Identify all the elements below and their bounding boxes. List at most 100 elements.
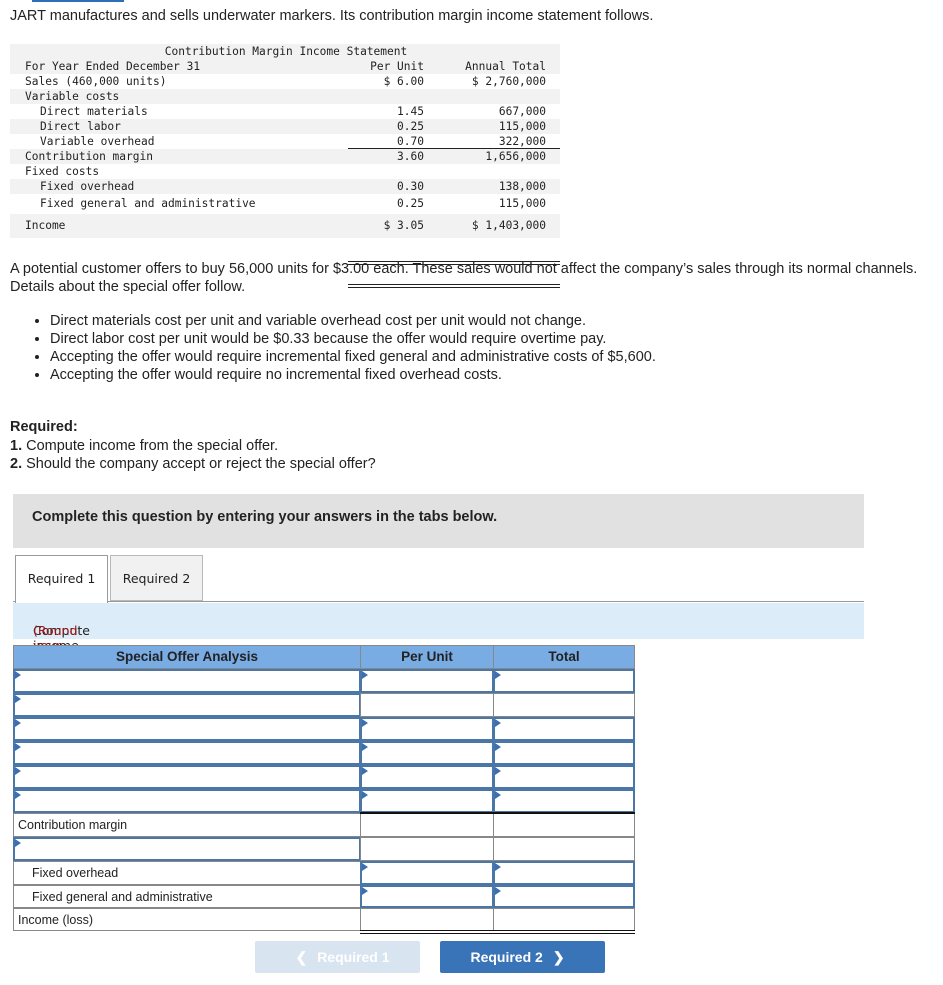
header-special-offer-analysis: Special Offer Analysis xyxy=(13,645,361,669)
statement-row: Fixed overhead 0.30 138,000 xyxy=(10,179,560,194)
input-marker-icon xyxy=(15,743,21,751)
input-marker-icon xyxy=(362,887,368,895)
statement-header-row: For Year Ended December 31 Per Unit Annu… xyxy=(10,59,560,74)
statement-row: Variable overhead 0.70 322,000 xyxy=(40,135,546,148)
statement-row: Direct labor 0.25 115,000 xyxy=(10,119,560,134)
label-input[interactable] xyxy=(13,717,361,741)
instruction-bar: Compute income from the special offer. (… xyxy=(13,603,864,743)
statement-row: Direct materials 1.45 667,000 xyxy=(40,105,546,118)
total-cell xyxy=(493,813,635,837)
label-input[interactable] xyxy=(13,693,361,717)
intro-text: JART manufactures and sells underwater m… xyxy=(10,8,654,24)
tab-required-2[interactable]: Required 2 xyxy=(110,555,203,601)
input-marker-icon xyxy=(15,767,21,775)
statement-row: Contribution margin 3.60 1,656,000 xyxy=(10,149,560,164)
label-text: Fixed general and administrative xyxy=(32,890,213,904)
complete-banner-text: Complete this question by entering your … xyxy=(32,509,498,525)
required-num: 2. xyxy=(10,456,23,472)
input-marker-icon xyxy=(362,791,368,799)
list-item: Accepting the offer would require increm… xyxy=(50,348,656,366)
total-input[interactable] xyxy=(493,789,635,813)
required-text: Should the company accept or reject the … xyxy=(22,456,376,472)
per-unit-input[interactable] xyxy=(360,741,494,765)
label-text: Income (loss) xyxy=(18,913,94,927)
statement-title: Contribution Margin Income Statement xyxy=(164,45,408,58)
total-input[interactable] xyxy=(493,765,635,789)
label-cell: Income (loss) xyxy=(13,908,361,931)
per-unit-cell xyxy=(360,908,494,931)
input-marker-icon xyxy=(495,743,501,751)
input-marker-icon xyxy=(362,767,368,775)
input-marker-icon xyxy=(495,719,501,727)
label-input[interactable] xyxy=(13,789,361,813)
label-input[interactable] xyxy=(13,765,361,789)
statement-row: Sales (460,000 units) $ 6.00 $ 2,760,000 xyxy=(25,75,546,88)
total-input[interactable] xyxy=(493,717,635,741)
col-per-unit: Per Unit xyxy=(370,60,424,73)
income-statement: Contribution Margin Income Statement For… xyxy=(10,44,560,288)
input-marker-icon xyxy=(362,863,368,871)
next-button-label: Required 2 xyxy=(470,949,543,965)
list-item: Direct labor cost per unit would be $0.3… xyxy=(50,330,656,348)
per-unit-input[interactable] xyxy=(360,669,494,693)
total-input[interactable] xyxy=(493,669,635,693)
label-input[interactable] xyxy=(13,837,361,861)
label-cell: Contribution margin xyxy=(13,813,361,837)
total-cell xyxy=(493,908,635,931)
required-num: 1. xyxy=(10,437,23,454)
input-marker-icon xyxy=(495,887,501,895)
tab-divider xyxy=(13,601,864,602)
label-input[interactable] xyxy=(13,741,361,765)
statement-title-row: Contribution Margin Income Statement xyxy=(10,44,560,59)
list-item: Direct materials cost per unit and varia… xyxy=(50,312,656,330)
header-total: Total xyxy=(493,645,635,669)
input-marker-icon xyxy=(15,695,21,703)
input-marker-icon xyxy=(362,671,368,679)
total-input[interactable] xyxy=(493,885,635,908)
subtotal-underline xyxy=(348,148,560,149)
top-accent-bar xyxy=(32,0,124,2)
label-text: Contribution margin xyxy=(18,818,128,832)
prev-button-label: Required 1 xyxy=(317,949,390,965)
chevron-left-icon: ❮ xyxy=(295,949,308,965)
total-input[interactable] xyxy=(493,741,635,765)
next-required-2-button[interactable]: Required 2 ❯ xyxy=(440,941,605,973)
label-cell: Fixed general and administrative xyxy=(13,885,361,908)
per-unit-cell xyxy=(360,813,494,837)
header-per-unit: Per Unit xyxy=(360,645,494,669)
input-marker-icon xyxy=(362,719,368,727)
per-unit-cell xyxy=(360,837,494,861)
total-cell xyxy=(493,693,635,717)
input-marker-icon xyxy=(15,791,21,799)
per-unit-input[interactable] xyxy=(360,789,494,813)
per-unit-input[interactable] xyxy=(360,717,494,741)
label-input[interactable] xyxy=(13,669,361,693)
required-section: Required: 1. Compute income from the spe… xyxy=(10,418,376,474)
total-cell xyxy=(493,837,635,861)
per-unit-input[interactable] xyxy=(360,885,494,908)
input-marker-icon xyxy=(495,671,501,679)
input-marker-icon xyxy=(495,863,501,871)
label-text: Fixed overhead xyxy=(32,866,119,880)
total-input[interactable] xyxy=(493,861,635,885)
double-underline xyxy=(360,930,635,934)
col-annual-total: Annual Total xyxy=(465,60,546,73)
required-heading: Required: xyxy=(10,419,78,435)
per-unit-cell xyxy=(360,693,494,717)
chevron-right-icon: ❯ xyxy=(552,949,565,965)
prev-required-1-button[interactable]: ❮ Required 1 xyxy=(255,941,420,973)
complete-banner: Complete this question by entering your … xyxy=(13,494,864,548)
required-text: Compute income from the special offer. xyxy=(22,437,279,454)
input-marker-icon xyxy=(495,791,501,799)
per-unit-input[interactable] xyxy=(360,765,494,789)
label-cell: Fixed overhead xyxy=(13,861,361,885)
statement-row: Fixed costs xyxy=(25,165,100,178)
input-marker-icon xyxy=(362,743,368,751)
tab-required-1[interactable]: Required 1 xyxy=(15,555,108,603)
subtotal-rule xyxy=(360,812,635,814)
input-marker-icon xyxy=(15,719,21,727)
input-marker-icon xyxy=(15,839,21,847)
per-unit-input[interactable] xyxy=(360,861,494,885)
statement-period: For Year Ended December 31 xyxy=(25,60,201,73)
offer-paragraph: A potential customer offers to buy 56,00… xyxy=(10,261,918,295)
